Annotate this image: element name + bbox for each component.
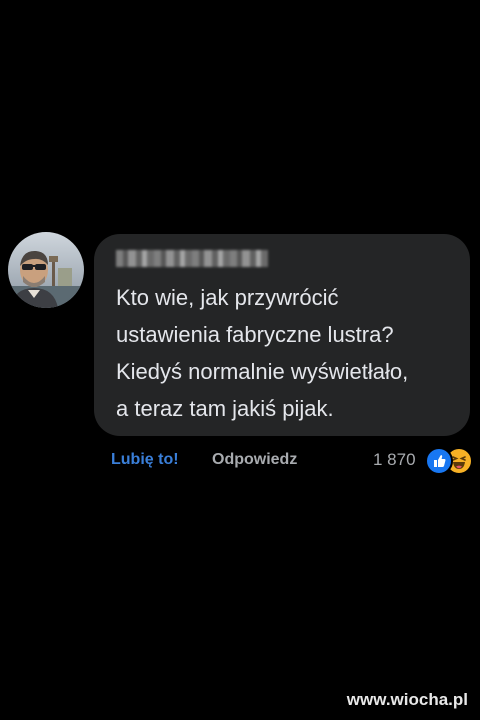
- comment-text: Kto wie, jak przywrócić ustawienia fabry…: [116, 285, 409, 421]
- avatar[interactable]: [8, 232, 84, 308]
- like-button[interactable]: Lubię to!: [111, 451, 179, 469]
- reply-button[interactable]: Odpowiedz: [212, 451, 297, 469]
- comment-actions: Lubię to! Odpowiedz 1 870: [0, 446, 480, 476]
- comment-bubble: Kto wie, jak przywrócić ustawienia fabry…: [94, 234, 470, 436]
- author-name[interactable]: [116, 250, 268, 267]
- like-icon: [425, 447, 453, 475]
- reaction-count[interactable]: 1 870: [373, 450, 416, 470]
- watermark: www.wiocha.pl: [346, 690, 468, 709]
- comment: Kto wie, jak przywrócić ustawienia fabry…: [8, 232, 472, 442]
- reaction-icons[interactable]: [425, 446, 477, 475]
- avatar-photo: [8, 232, 84, 308]
